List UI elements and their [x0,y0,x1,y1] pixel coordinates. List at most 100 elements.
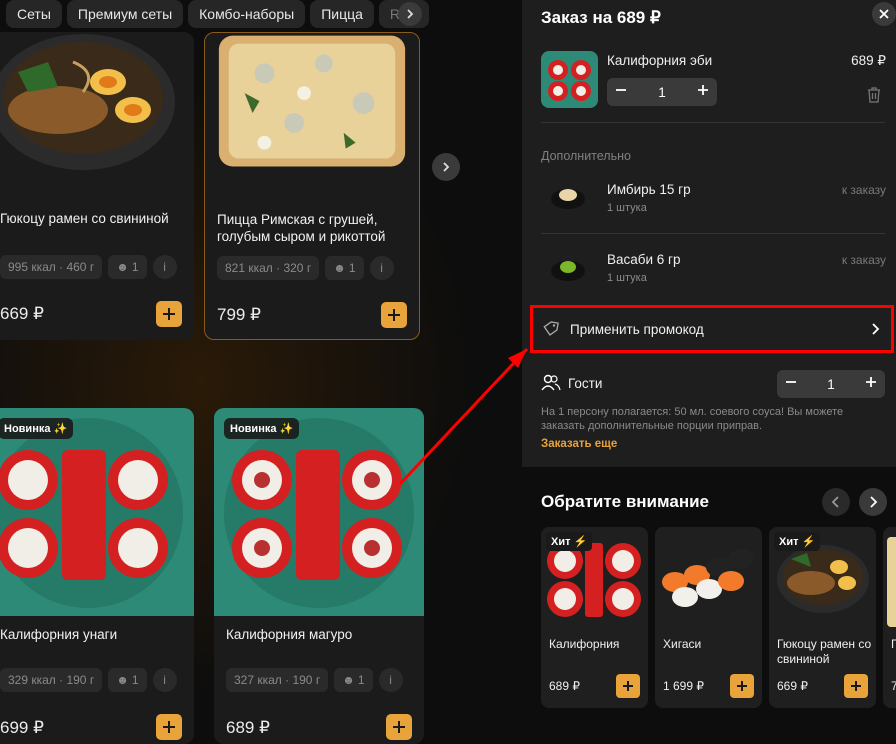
guests-value: 1 [827,376,835,392]
tabs-scroll-right-button[interactable] [398,2,422,26]
promo-code-button[interactable]: Применить промокод [530,305,894,353]
product-price: 689 ₽ [226,718,270,737]
new-badge: Новинка ✨ [0,418,74,439]
info-button[interactable]: i [152,668,177,692]
order-more-link[interactable]: Заказать еще [541,438,617,450]
add-to-cart-button[interactable] [730,674,754,698]
ramen-image [0,34,175,170]
persons-count: 1 [131,673,139,687]
persons-count: 1 [348,261,356,275]
minus-button[interactable] [785,375,797,393]
tab-pizza[interactable]: Пицца [310,0,374,28]
person-icon: ☻ [333,261,346,275]
add-to-cart-button[interactable] [844,674,868,698]
info-button[interactable]: i [378,668,403,692]
tab-combo[interactable]: Комбо-наборы [188,0,306,28]
quantity-stepper: 1 [607,78,717,106]
roll-image [0,408,194,616]
higasi-image [662,549,754,607]
product-name: Гюкоцу рамен со свининой [0,211,169,226]
recommend-price: 669 ₽ [777,679,808,693]
hit-badge: Хит ⚡ [546,532,593,551]
product-info: 327 ккал · 190 г ☻ 1 i [226,668,403,692]
quantity-value: 1 [658,84,666,100]
info-icon: i [380,261,383,275]
chevron-right-icon [872,323,880,335]
add-to-cart-button[interactable] [616,674,640,698]
add-to-cart-button[interactable] [156,301,182,327]
close-icon [879,9,889,19]
info-icon: i [163,260,166,274]
plus-button[interactable] [865,375,877,393]
recommend-card[interactable]: Хит ⚡ Калифорния 689 ₽ [541,527,648,708]
product-price: 669 ₽ [0,304,44,323]
menu-area: Сеты Премиум сеты Комбо-наборы Пицца Raw… [0,0,522,744]
recommend-card[interactable]: Хигаси 1 699 ₽ [655,527,762,708]
cart-panel: Заказ на 689 ₽ Калифорния эби 689 ₽ 1 До… [522,0,896,467]
recommend-name: Калифорния [549,637,620,651]
extra-note: к заказу [841,253,886,267]
persons-chip: ☻ 1 [108,255,147,279]
tab-premium-sets[interactable]: Премиум сеты [66,0,184,28]
extra-name: Васаби 6 гр [607,252,681,267]
plus-icon [163,308,175,320]
chevron-right-icon [443,162,450,172]
plus-icon [393,721,405,733]
plus-button[interactable] [697,83,709,101]
person-icon: ☻ [116,673,129,687]
recommend-next-button[interactable] [859,488,887,516]
add-to-cart-button[interactable] [156,714,182,740]
product-card[interactable]: Новинка ✨ Калифорния магуро 327 ккал · 1… [214,408,424,744]
recommend-price: 7 [891,679,896,693]
product-card[interactable]: Гюкоцу рамен со свининой 995 ккал · 460 … [0,32,194,340]
recommend-name: П [891,637,896,651]
hit-badge: Хит ⚡ [774,532,821,551]
recommend-prev-button[interactable] [822,488,850,516]
tab-sets[interactable]: Сеты [6,0,62,28]
product-card[interactable]: Пицца Римская с грушей, голубым сыром и … [204,32,420,340]
recommend-card[interactable]: П 7 [883,527,896,708]
persons-count: 1 [131,260,139,274]
minus-button[interactable] [615,83,627,101]
chevron-right-icon [407,9,414,19]
guests-stepper: 1 [777,370,885,398]
info-button[interactable]: i [152,255,177,279]
cart-item-price: 689 ₽ [851,53,886,68]
cart-title: Заказ на 689 ₽ [541,8,661,27]
extra-note: к заказу [841,183,886,197]
close-button[interactable] [872,2,896,26]
recommend-price: 689 ₽ [549,679,580,693]
menu-scroll-right-button[interactable] [432,153,460,181]
persons-count: 1 [357,673,365,687]
recommend-price: 1 699 ₽ [663,679,704,693]
ginger-image [551,189,585,209]
cart-item-name: Калифорния эби [607,53,713,68]
minus-icon [786,381,796,383]
divider [541,122,885,123]
tag-icon [543,321,559,336]
plus-icon [623,681,633,691]
add-to-cart-button[interactable] [381,302,407,328]
product-info: 821 ккал · 320 г ☻ 1 i [217,256,394,280]
roll-image [214,408,424,616]
add-to-cart-button[interactable] [386,714,412,740]
persons-chip: ☻ 1 [334,668,373,692]
product-name: Пицца Римская с грушей, голубым сыром и … [217,212,386,244]
divider [541,233,885,234]
category-tabs: Сеты Премиум сеты Комбо-наборы Пицца Raw [0,0,522,30]
product-price: 799 ₽ [217,305,261,324]
info-icon: i [389,673,392,687]
info-button[interactable]: i [369,256,394,280]
sauce-note: На 1 персону полагается: 50 мл. соевого … [541,406,844,432]
chevron-right-icon [870,496,878,508]
product-name: Калифорния унаги [0,627,118,642]
plus-icon [163,721,175,733]
recommend-card[interactable]: Хит ⚡ Гюкоцу рамен со свининой 669 ₽ [769,527,876,708]
guests-icon [541,374,561,391]
product-card[interactable]: Новинка ✨ Калифорния унаги 329 ккал · 19… [0,408,194,744]
recommend-name: Хигаси [663,637,702,651]
nutrition-chip: 821 ккал · 320 г [217,256,320,280]
nutrition-chip: 327 ккал · 190 г [226,668,329,692]
delete-button[interactable] [866,86,882,109]
extras-label: Дополнительно [541,149,631,163]
